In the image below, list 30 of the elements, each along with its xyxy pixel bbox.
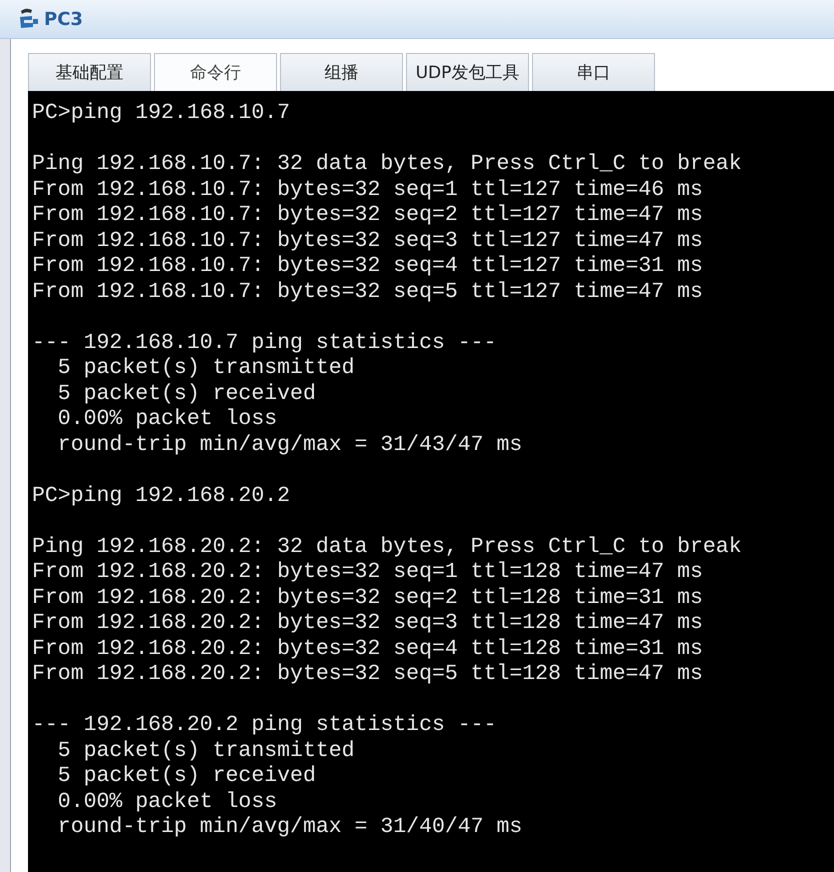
tab[interactable]: 基础配置 xyxy=(28,53,151,91)
tab[interactable]: 命令行 xyxy=(154,53,277,91)
terminal-line: From 192.168.20.2: bytes=32 seq=1 ttl=128 time=47 ms xyxy=(32,560,704,586)
terminal-line: From 192.168.20.2: bytes=32 seq=3 ttl=128 time=47 ms xyxy=(32,611,704,636)
terminal-line: 5 packet(s) received xyxy=(56,382,317,407)
terminal-line: From 192.168.20.2: bytes=32 seq=2 ttl=128 time=31 ms xyxy=(32,586,704,611)
terminal-line: 0.00% packet loss xyxy=(56,407,278,432)
window-title: PC3 xyxy=(44,8,83,30)
terminal-line: From 192.168.20.2: bytes=32 seq=5 ttl=128 time=47 ms xyxy=(32,662,704,688)
terminal-line: 5 packet(s) transmitted xyxy=(56,738,356,764)
terminal-line: 5 packet(s) received xyxy=(56,764,317,790)
tab[interactable]: 串口 xyxy=(532,53,655,91)
terminal-line: Ping 192.168.20.2: 32 data bytes, Press Ctrl_C to break xyxy=(32,534,743,560)
terminal-line: PC>ping 192.168.20.2 xyxy=(32,484,292,509)
terminal-line: From 192.168.10.7: bytes=32 seq=5 ttl=127 time=47 ms xyxy=(32,280,704,305)
terminal-line: 5 packet(s) transmitted xyxy=(56,356,356,382)
terminal-line: --- 192.168.20.2 ping statistics --- xyxy=(32,713,498,738)
terminal-line: round-trip min/avg/max = 31/43/47 ms xyxy=(56,432,524,458)
terminal-line: From 192.168.20.2: bytes=32 seq=4 ttl=128 time=31 ms xyxy=(32,636,704,662)
terminal-line: 0.00% packet loss xyxy=(56,790,278,815)
tab[interactable]: UDP发包工具 xyxy=(406,53,529,91)
terminal-line: From 192.168.10.7: bytes=32 seq=4 ttl=127 time=31 ms xyxy=(32,254,704,280)
terminal-line: From 192.168.10.7: bytes=32 seq=1 ttl=127 time=46 ms xyxy=(32,178,704,203)
tab[interactable]: 组播 xyxy=(280,53,403,91)
terminal-line: --- 192.168.10.7 ping statistics --- xyxy=(32,330,498,356)
terminal-line: From 192.168.10.7: bytes=32 seq=2 ttl=127 time=47 ms xyxy=(32,203,704,228)
terminal-line: PC>ping 192.168.10.7 xyxy=(32,101,292,126)
terminal-line: Ping 192.168.10.7: 32 data bytes, Press Ctrl_C to break xyxy=(32,152,743,178)
terminal-line: round-trip min/avg/max = 31/40/47 ms xyxy=(56,815,524,840)
terminal-line: From 192.168.10.7: bytes=32 seq=3 ttl=127 time=47 ms xyxy=(32,228,704,254)
